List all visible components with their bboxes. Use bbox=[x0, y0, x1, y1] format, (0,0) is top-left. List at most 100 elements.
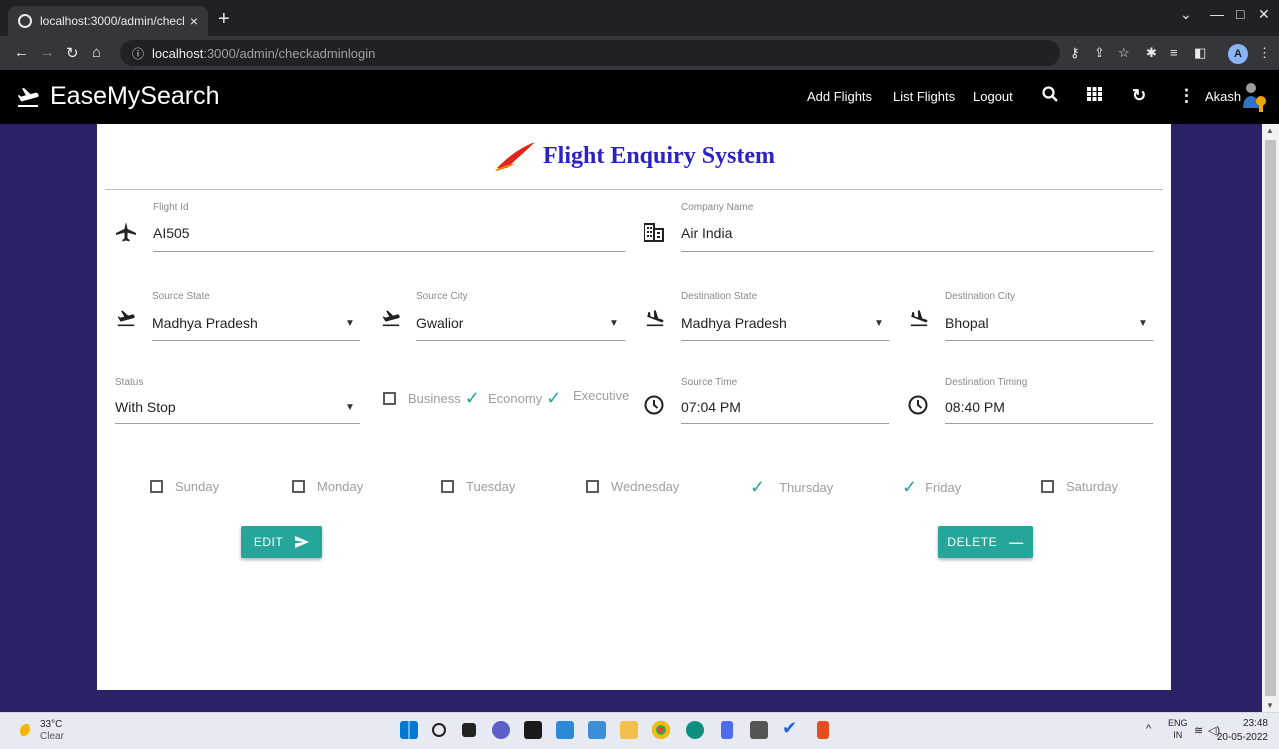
forward-button[interactable]: → bbox=[40, 44, 55, 61]
flight-takeoff-icon bbox=[115, 309, 137, 333]
new-tab-button[interactable]: + bbox=[218, 8, 230, 31]
key-icon[interactable]: ⚷ bbox=[1070, 45, 1080, 61]
source-time-field[interactable]: Source Time 07:04 PM bbox=[644, 372, 890, 424]
weather-widget[interactable]: 33°C Clear bbox=[20, 719, 64, 743]
refresh-icon[interactable]: ↻ bbox=[1132, 86, 1146, 106]
air-india-logo-icon bbox=[494, 141, 535, 171]
day-wednesday-checkbox[interactable]: Wednesday bbox=[586, 479, 679, 494]
info-icon[interactable]: ⓘ bbox=[132, 45, 144, 62]
day-friday-checkbox[interactable]: ✓ Friday bbox=[902, 477, 961, 498]
share-icon[interactable]: ⇪ bbox=[1094, 45, 1105, 61]
jetbrains-icon[interactable] bbox=[524, 721, 542, 739]
day-saturday-checkbox[interactable]: Saturday bbox=[1041, 479, 1118, 494]
source-state-select[interactable]: Source State Madhya Pradesh ▼ bbox=[115, 287, 361, 342]
profile-avatar[interactable]: A bbox=[1228, 44, 1248, 64]
status-underline bbox=[115, 423, 360, 424]
vscode-icon[interactable] bbox=[556, 721, 574, 739]
chevron-down-icon[interactable]: ▼ bbox=[345, 318, 355, 329]
destination-city-select[interactable]: Destination City Bhopal ▼ bbox=[908, 287, 1154, 342]
star-icon[interactable]: ☆ bbox=[1118, 45, 1130, 61]
checkbox-box bbox=[292, 480, 305, 493]
flight-id-input[interactable]: AI505 bbox=[153, 225, 190, 241]
class-economy-checkbox[interactable]: Economy ✓ bbox=[488, 388, 567, 409]
home-button[interactable]: ⌂ bbox=[92, 44, 101, 61]
destination-city-value[interactable]: Bhopal bbox=[945, 315, 989, 331]
checkbox-box bbox=[1041, 480, 1054, 493]
nav-add-flights[interactable]: Add Flights bbox=[807, 89, 872, 104]
folder-icon[interactable] bbox=[620, 721, 638, 739]
nav-logout[interactable]: Logout bbox=[973, 89, 1013, 104]
chevron-down-icon[interactable]: ▼ bbox=[874, 318, 884, 329]
notepad-icon[interactable] bbox=[721, 721, 733, 739]
wifi-icon[interactable]: ≋ bbox=[1194, 724, 1203, 737]
page-scrollbar[interactable]: ▲ ▼ bbox=[1262, 124, 1279, 712]
flight-takeoff-icon bbox=[17, 87, 39, 107]
company-name-field[interactable]: Company Name Air India bbox=[644, 202, 1154, 252]
grid-icon[interactable] bbox=[1087, 86, 1102, 106]
reload-button[interactable]: ↻ bbox=[66, 44, 79, 62]
search-icon[interactable] bbox=[432, 723, 446, 737]
monitor-icon[interactable] bbox=[588, 721, 606, 739]
office-icon[interactable] bbox=[817, 721, 829, 739]
windows-start-icon[interactable] bbox=[400, 721, 418, 739]
source-city-value[interactable]: Gwalior bbox=[416, 315, 463, 331]
status-value[interactable]: With Stop bbox=[115, 399, 176, 415]
flight-form-card: Flight Enquiry System Flight Id AI505 Co… bbox=[97, 124, 1171, 690]
user-name[interactable]: Akash bbox=[1205, 89, 1241, 104]
url-input[interactable]: ⓘ localhost :3000/admin/checkadminlogin bbox=[120, 40, 1060, 66]
close-window-button[interactable]: ✕ bbox=[1258, 6, 1270, 23]
back-button[interactable]: ← bbox=[14, 44, 29, 61]
todo-check-icon[interactable]: ✔ bbox=[782, 718, 800, 738]
source-time-input[interactable]: 07:04 PM bbox=[681, 399, 741, 415]
maximize-button[interactable]: □ bbox=[1236, 6, 1244, 22]
day-monday-checkbox[interactable]: Monday bbox=[292, 479, 363, 494]
moon-icon bbox=[20, 724, 34, 738]
scroll-up-icon[interactable]: ▲ bbox=[1266, 126, 1274, 135]
scroll-down-icon[interactable]: ▼ bbox=[1266, 701, 1274, 710]
source-city-select[interactable]: Source City Gwalior ▼ bbox=[380, 287, 626, 342]
delete-button[interactable]: DELETE — bbox=[938, 526, 1033, 558]
day-tuesday-checkbox[interactable]: Tuesday bbox=[441, 479, 515, 494]
day-thursday-checkbox[interactable]: ✓ Thursday bbox=[750, 477, 833, 498]
brand[interactable]: EaseMySearch bbox=[16, 82, 220, 111]
destination-state-select[interactable]: Destination State Madhya Pradesh ▼ bbox=[644, 287, 890, 342]
task-view-icon[interactable] bbox=[462, 723, 476, 737]
user-avatar-icon[interactable] bbox=[1242, 82, 1268, 112]
class-executive-checkbox[interactable]: Executive bbox=[573, 388, 629, 403]
day-sunday-checkbox[interactable]: Sunday bbox=[150, 479, 219, 494]
system-clock[interactable]: 23:48 20-05-2022 bbox=[1208, 717, 1268, 745]
minimize-button[interactable]: — bbox=[1210, 6, 1224, 22]
flight-id-underline bbox=[153, 251, 625, 252]
status-select[interactable]: Status With Stop ▼ bbox=[115, 372, 361, 424]
edit-button[interactable]: EDIT bbox=[241, 526, 322, 558]
language-indicator[interactable]: ENG IN bbox=[1168, 717, 1188, 741]
reading-list-icon[interactable]: ≡ bbox=[1170, 45, 1178, 60]
side-panel-icon[interactable]: ◧ bbox=[1194, 45, 1206, 61]
destination-timing-field[interactable]: Destination Timing 08:40 PM bbox=[908, 372, 1154, 424]
calculator-icon[interactable] bbox=[750, 721, 768, 739]
destination-state-value[interactable]: Madhya Pradesh bbox=[681, 315, 787, 331]
nav-list-flights[interactable]: List Flights bbox=[893, 89, 955, 104]
chat-icon[interactable] bbox=[492, 721, 510, 739]
chevron-down-icon[interactable]: ▼ bbox=[609, 318, 619, 329]
chevron-up-icon[interactable]: ^ bbox=[1146, 723, 1151, 735]
flight-id-field[interactable]: Flight Id AI505 bbox=[115, 202, 625, 252]
chevron-down-icon[interactable]: ▼ bbox=[345, 402, 355, 413]
company-name-input[interactable]: Air India bbox=[681, 225, 732, 241]
class-business-checkbox[interactable]: Business ✓ bbox=[383, 388, 486, 409]
search-icon[interactable] bbox=[1042, 86, 1058, 107]
chevron-down-icon[interactable]: ▼ bbox=[1138, 318, 1148, 329]
browser-tab[interactable]: localhost:3000/admin/checkadm × bbox=[8, 6, 208, 36]
scroll-thumb[interactable] bbox=[1265, 140, 1276, 696]
extensions-icon[interactable]: ✱ bbox=[1146, 45, 1157, 61]
source-state-value[interactable]: Madhya Pradesh bbox=[152, 315, 258, 331]
edge-icon[interactable] bbox=[686, 721, 704, 739]
chrome-icon[interactable] bbox=[652, 721, 670, 739]
tab-search-icon[interactable]: ⌄ bbox=[1180, 6, 1192, 23]
menu-icon[interactable]: ⋮ bbox=[1258, 45, 1271, 61]
checkbox-box bbox=[441, 480, 454, 493]
check-icon: ✓ bbox=[750, 477, 766, 497]
tab-close-button[interactable]: × bbox=[190, 13, 198, 29]
destination-timing-input[interactable]: 08:40 PM bbox=[945, 399, 1005, 415]
more-vert-icon[interactable]: ⋮ bbox=[1178, 86, 1195, 106]
